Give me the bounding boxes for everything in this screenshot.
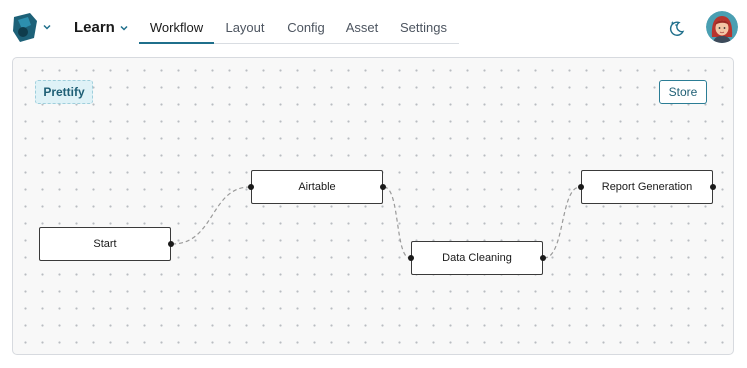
- chevron-down-icon: [120, 25, 128, 31]
- logo-chevron-down-icon[interactable]: [42, 22, 52, 32]
- node-airtable[interactable]: Airtable: [248, 170, 386, 204]
- store-button[interactable]: Store: [659, 80, 707, 104]
- node-label: Data Cleaning: [442, 252, 512, 264]
- moon-sparkle-icon[interactable]: [668, 19, 686, 37]
- tab-workflow[interactable]: Workflow: [139, 0, 214, 44]
- tab-config[interactable]: Config: [276, 0, 336, 44]
- output-port[interactable]: [710, 184, 716, 190]
- top-bar: Learn Workflow Layout Config Asset Setti…: [0, 0, 747, 56]
- output-port[interactable]: [540, 255, 546, 261]
- output-port[interactable]: [168, 241, 174, 247]
- node-report-generation[interactable]: Report Generation: [578, 170, 716, 204]
- input-port[interactable]: [248, 184, 254, 190]
- node-label: Report Generation: [601, 181, 693, 193]
- workflow-canvas[interactable]: [12, 57, 734, 355]
- avatar-illustration-icon: [706, 11, 738, 43]
- input-port[interactable]: [578, 184, 584, 190]
- tab-layout[interactable]: Layout: [214, 0, 276, 44]
- project-name: Learn: [74, 19, 115, 36]
- app-logo-icon[interactable]: [10, 11, 40, 43]
- node-data-cleaning[interactable]: Data Cleaning: [408, 241, 546, 275]
- prettify-button[interactable]: Prettify: [35, 80, 93, 104]
- project-selector[interactable]: Learn: [74, 19, 129, 36]
- tab-settings[interactable]: Settings: [388, 0, 459, 44]
- tab-bar: Workflow Layout Config Asset Settings: [139, 0, 459, 44]
- user-avatar[interactable]: [706, 11, 738, 43]
- input-port[interactable]: [408, 255, 414, 261]
- tab-asset[interactable]: Asset: [336, 0, 388, 44]
- node-label: Start: [93, 238, 117, 250]
- node-start[interactable]: Start: [39, 227, 174, 261]
- output-port[interactable]: [380, 184, 386, 190]
- node-label: Airtable: [298, 181, 336, 193]
